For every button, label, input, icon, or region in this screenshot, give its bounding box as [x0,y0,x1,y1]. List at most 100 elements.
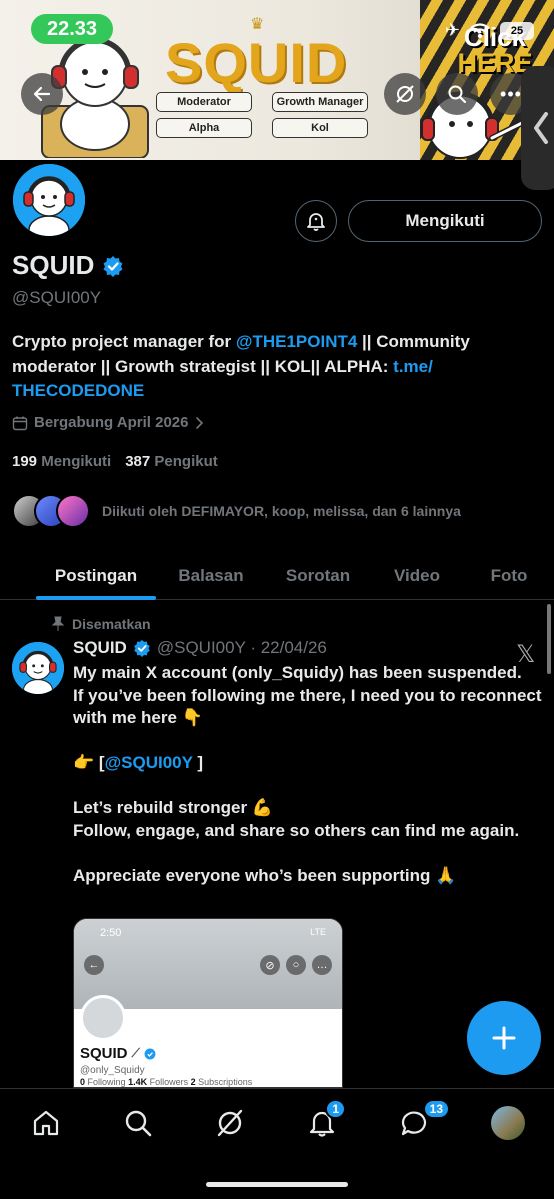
post-spacer [73,842,543,865]
back-button[interactable] [21,73,63,115]
post-line: Appreciate everyone who’s been supportin… [73,865,457,885]
chevron-right-icon [196,416,204,429]
nav-notifications[interactable]: 1 [300,1099,346,1145]
following-count: 199 [12,453,38,470]
followed-by-row[interactable]: Diikuti oleh DEFIMAYOR, koop, melissa, d… [12,494,461,528]
embed-followers-label: Followers [149,1077,189,1087]
pinned-indicator: Disematkan [52,616,151,632]
embed-grok-icon: ⊘ [260,955,280,975]
post-line-suffix: ] [192,753,204,772]
nav-profile[interactable] [486,1101,530,1145]
messages-badge: 13 [422,1099,450,1119]
grok-icon [396,85,414,103]
tab-label: Video [394,566,440,585]
following-button[interactable]: Mengikuti [348,200,542,242]
post-line: Follow, engage, and share so others can … [73,820,520,840]
post-header: SQUID @SQUI00Y · 22/04/26 [73,638,327,658]
search-icon [125,1110,152,1137]
embed-name-row: SQUID ⟋ [80,1045,156,1062]
status-icons: ✈ 25 [445,20,534,41]
bio-mention-link[interactable]: @THE1POINT4 [236,332,357,351]
tab-label: Sorotan [285,566,351,585]
tab-label: Postingan [54,566,138,585]
tab-label: Foto [490,566,528,585]
profile-handle: @SQUI00Y [12,288,102,307]
home-indicator[interactable] [206,1182,348,1187]
notifications-badge: 1 [325,1099,346,1119]
embed-following-count: 0 [80,1077,86,1087]
post-author-avatar[interactable] [12,642,64,694]
embed-handle: @only_Squidy [80,1065,145,1076]
post-media-image[interactable]: 2:50 LTE ← ⊘ ○ … SQUID ⟋ @only_Squidy 0 … [73,918,343,1088]
post-line: Let’s rebuild stronger 💪 [73,798,274,817]
home-icon [33,1110,59,1136]
embed-subs-label: Subscriptions [198,1077,253,1087]
profile-tabs: Postingan Balasan Sorotan Video Foto [0,552,554,600]
embed-network: LTE [310,927,326,937]
squid-character-icon [12,642,64,694]
calendar-icon [12,416,28,430]
pinned-label: Disematkan [72,616,151,632]
embed-banner: 2:50 LTE ← ⊘ ○ … [74,919,342,1009]
followers-stat[interactable]: 387 Pengikut [125,453,218,470]
post-spacer [73,730,543,753]
chevron-left-icon [534,112,548,144]
following-label: Mengikuti [41,453,112,470]
profile-avatar-icon [491,1106,525,1140]
post-spacer [73,775,543,798]
followed-by-text: Diikuti oleh DEFIMAYOR, koop, melissa, d… [102,503,461,519]
nav-home[interactable] [24,1101,68,1145]
post-meta: @SQUI00Y · 22/04/26 [156,638,327,657]
post-author-name[interactable]: SQUID [73,638,127,658]
post-line: 👉 [@SQUI00Y ] [73,752,543,775]
post-text[interactable]: My main X account (only_Squidy) has been… [73,662,543,887]
banner-chip-moderator: Moderator [156,92,252,112]
embed-search-icon: ○ [286,955,306,975]
tab-video[interactable]: Video [370,552,464,600]
following-stat[interactable]: 199 Mengikuti [12,453,111,470]
nav-messages[interactable]: 13 [392,1099,450,1145]
embed-more-icon: … [312,955,332,975]
grok-icon [217,1109,243,1137]
profile-bio: Crypto project manager for @THE1POINT4 |… [12,330,532,404]
tab-label: Balasan [178,566,244,585]
post-line: If you’ve been following me there, I nee… [73,685,542,728]
pin-icon [52,616,64,631]
post-mention-link[interactable]: @SQUI00Y [105,753,193,772]
notifications-toggle-button[interactable] [295,200,337,242]
joined-date-row[interactable]: Bergabung April 2026 [12,414,204,431]
joined-date: Bergabung April 2026 [34,414,189,431]
squid-character-icon [13,164,85,236]
embed-time: 2:50 [100,927,122,939]
embed-name: SQUID [80,1045,128,1062]
tab-postingan[interactable]: Postingan [36,552,156,600]
embed-followers-count: 1.4K [128,1077,148,1087]
side-panel-handle[interactable] [521,66,554,190]
scrollbar[interactable] [547,604,551,674]
battery-indicator: 25 [500,21,534,40]
profile-avatar[interactable] [9,160,89,240]
tab-sorotan[interactable]: Sorotan [266,552,370,600]
embed-bird-icon: ⟋ [131,1046,140,1060]
banner-chip-kol: Kol [272,118,368,138]
embed-back-icon: ← [84,955,104,975]
compose-post-button[interactable] [467,1001,541,1075]
banner-chip-alpha: Alpha [156,118,252,138]
embed-avatar [80,995,126,1041]
nav-grok[interactable] [208,1101,252,1145]
verified-badge-icon [144,1048,156,1059]
embed-subs-count: 2 [190,1077,196,1087]
post-line: My main X account (only_Squidy) has been… [73,663,522,682]
follow-stats: 199 Mengikuti 387 Pengikut [12,453,218,470]
verified-badge-icon [134,639,150,657]
nav-search[interactable] [116,1101,160,1145]
search-button[interactable] [436,73,478,115]
post-line-prefix: 👉 [ [73,753,105,772]
followers-label: Pengikut [154,453,218,470]
tab-foto[interactable]: Foto [464,552,554,600]
embed-stats: 0 Following 1.4K Followers 2 Subscriptio… [80,1077,252,1087]
banner-chip-growth-manager: Growth Manager [272,92,368,112]
tab-balasan[interactable]: Balasan [156,552,266,600]
grok-button[interactable] [384,73,426,115]
verified-badge-icon[interactable] [102,255,124,277]
